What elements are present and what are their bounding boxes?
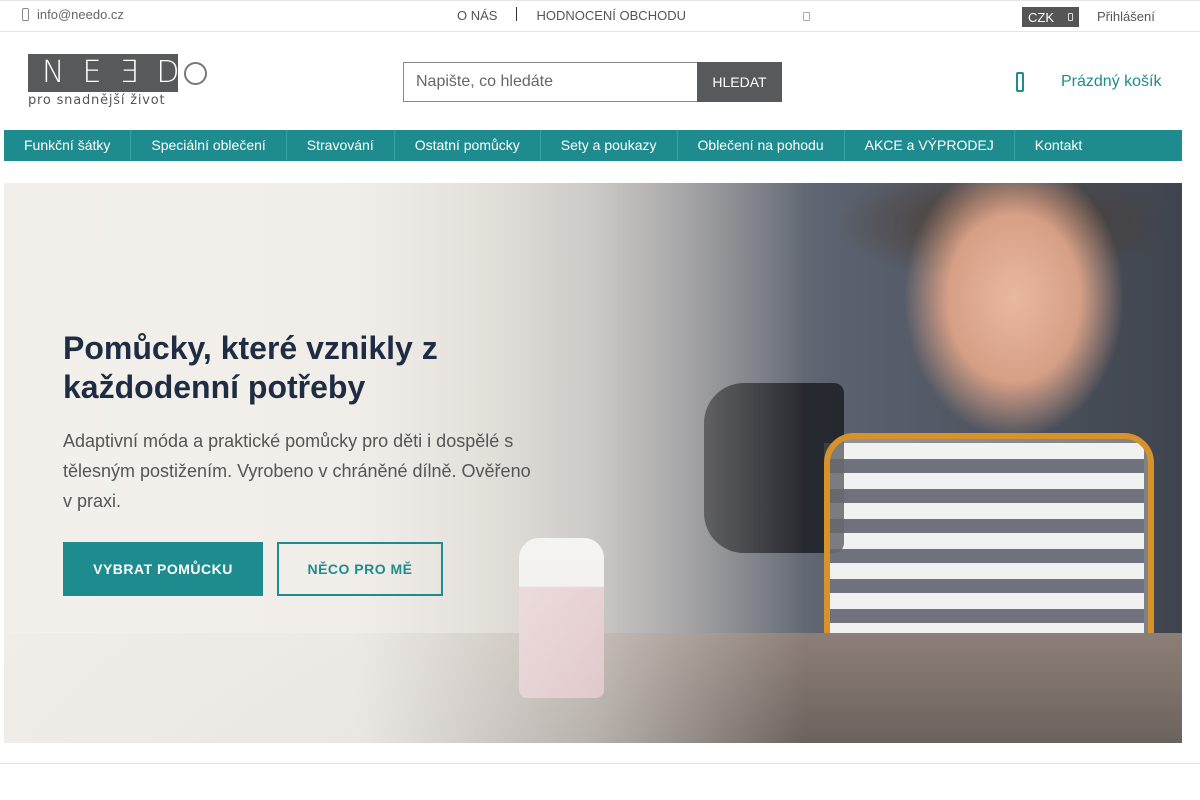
cart-icon [1016,72,1024,92]
login-link[interactable]: Přihlášení [1097,9,1155,24]
nav-item-eating[interactable]: Stravování [287,130,395,161]
link-shop-rating[interactable]: HODNOCENÍ OBCHODU [536,8,686,23]
divider [516,6,518,21]
currency-select[interactable]: CZK [1022,7,1079,27]
mail-icon [22,8,29,21]
contact-email[interactable]: info@needo.cz [22,7,124,22]
something-for-me-button[interactable]: NĚCO PRO MĚ [277,542,443,596]
nav-item-other-aids[interactable]: Ostatní pomůcky [395,130,541,161]
cart[interactable]: Prázdný košík [1016,72,1161,92]
hero-text: Adaptivní móda a praktické pomůcky pro d… [63,431,531,511]
currency-value: CZK [1028,9,1054,25]
hero-banner: Pomůcky, které vznikly z každodenní potř… [4,183,1182,743]
search-input[interactable] [403,62,697,102]
language-icon[interactable] [803,12,810,21]
search-bar: HLEDAT [403,62,782,102]
logo-circle [184,62,207,85]
choose-aid-button[interactable]: VYBRAT POMŮCKU [63,542,263,596]
link-about[interactable]: O NÁS [457,8,497,23]
section-divider [0,763,1200,764]
top-links: O NÁS HODNOCENÍ OBCHODU [457,6,686,23]
logo[interactable]: NEƎDO pro snadnější život [28,54,221,110]
nav-item-functional-scarves[interactable]: Funkční šátky [4,130,132,161]
cart-label: Prázdný košík [1061,73,1162,90]
logo-tagline: pro snadnější život [28,93,166,108]
nav-item-sets-vouchers[interactable]: Sety a poukazy [541,130,678,161]
email-text: info@needo.cz [37,7,124,22]
chevron-down-icon [1068,13,1073,21]
search-button[interactable]: HLEDAT [697,62,782,102]
nav-item-comfort-clothing[interactable]: Oblečení na pohodu [678,130,845,161]
hero-title: Pomůcky, které vznikly z každodenní potř… [63,330,438,405]
top-bar: info@needo.cz O NÁS HODNOCENÍ OBCHODU CZ… [0,0,1200,32]
nav-item-sale[interactable]: AKCE a VÝPRODEJ [845,130,1015,161]
nav-item-special-clothing[interactable]: Speciální oblečení [131,130,287,161]
main-nav: Funkční šátky Speciální oblečení Stravov… [4,130,1182,161]
logo-wordmark: NEƎDO [28,54,221,92]
nav-item-contact[interactable]: Kontakt [1015,130,1102,161]
